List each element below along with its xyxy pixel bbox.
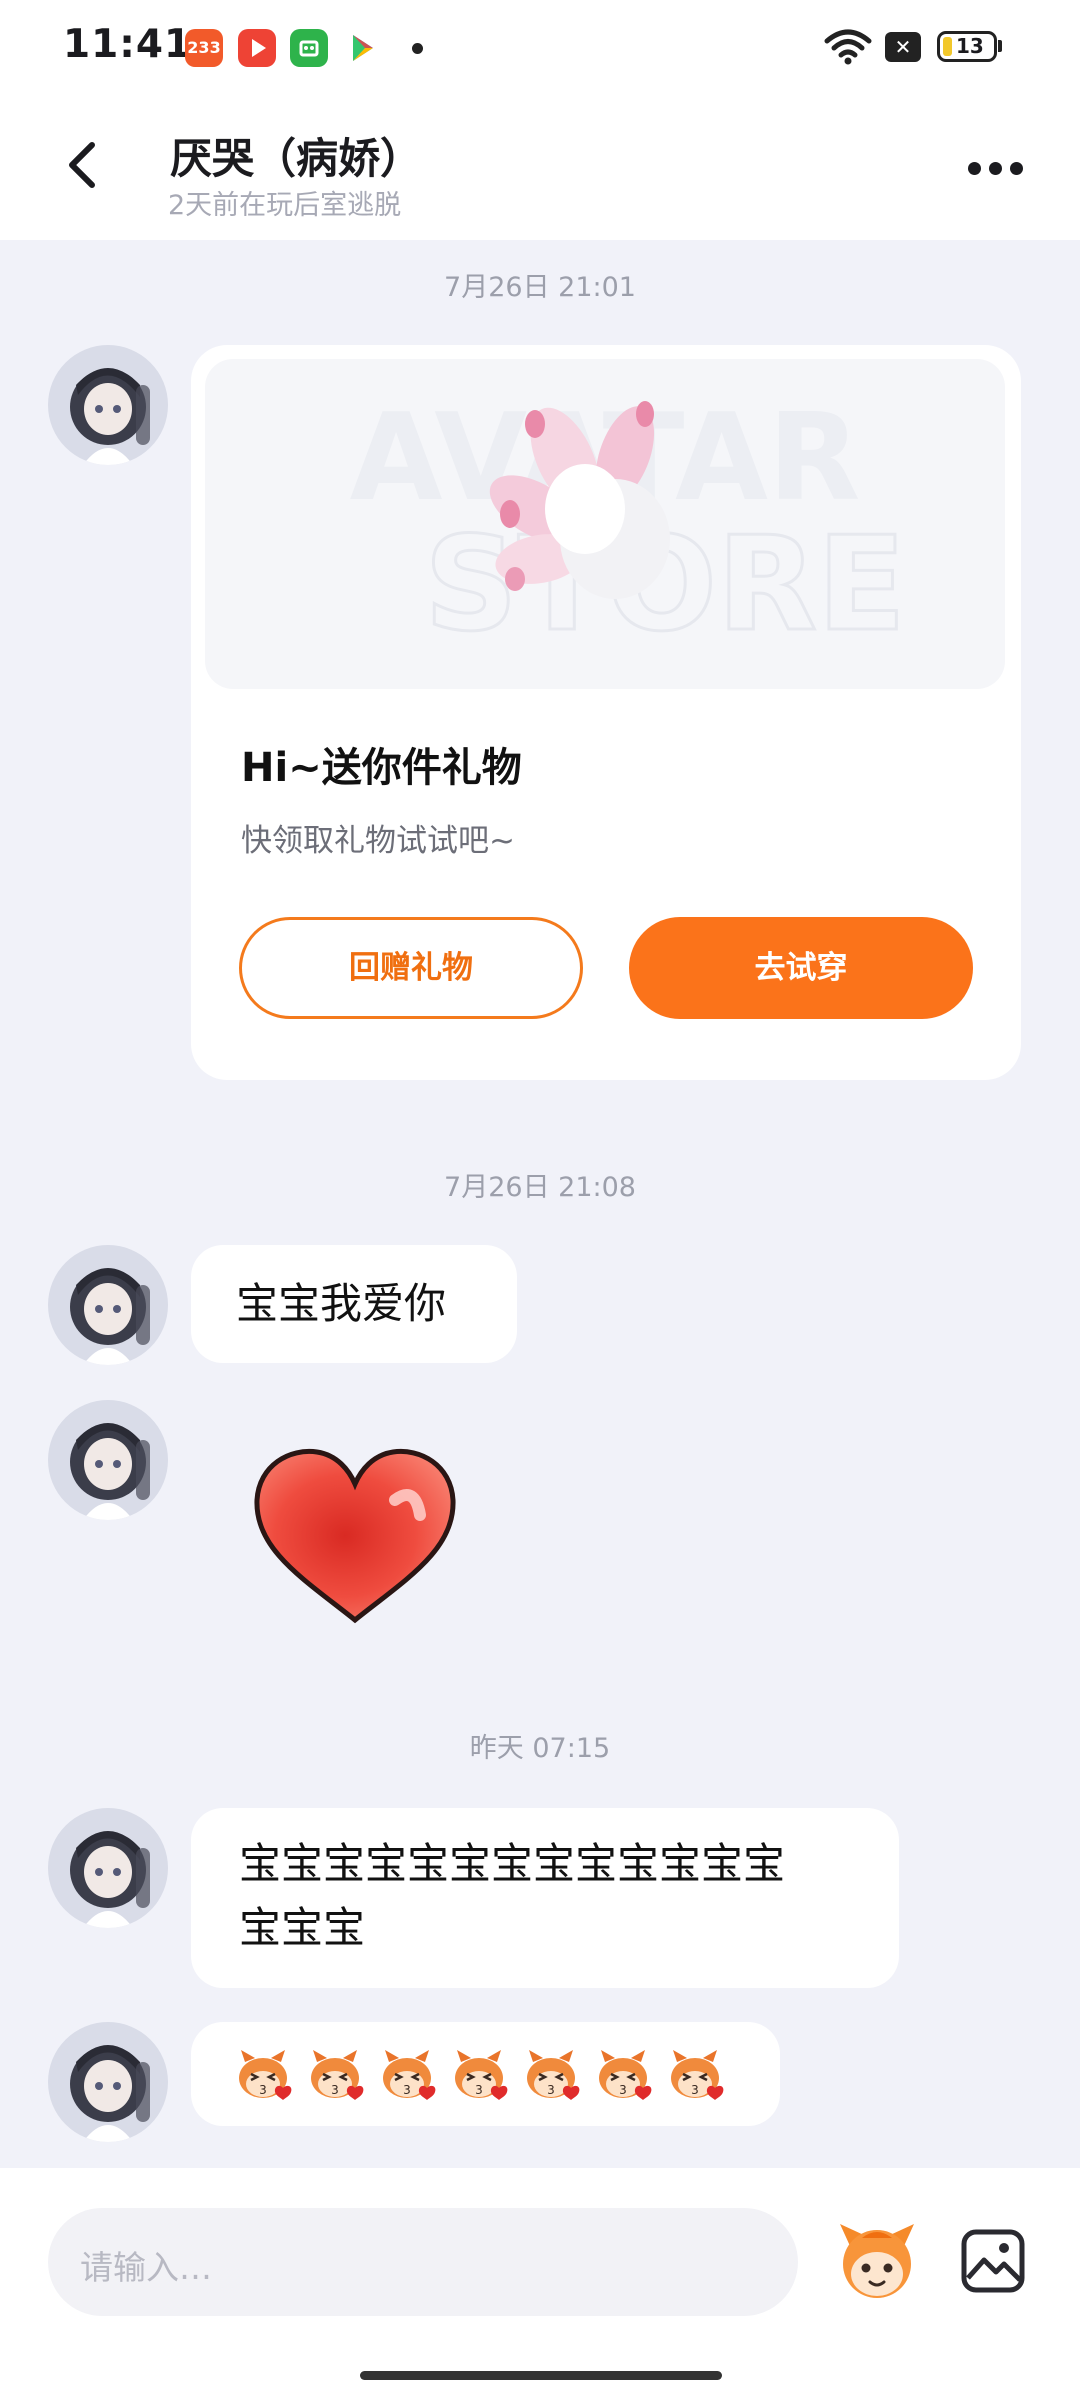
video-app-icon	[238, 29, 276, 67]
chevron-left-icon	[69, 142, 95, 188]
more-button[interactable]	[965, 153, 1025, 183]
image-icon	[961, 2229, 1025, 2293]
heart-sticker	[254, 1448, 456, 1624]
avatar[interactable]	[48, 1808, 168, 1928]
message-bubble: 宝宝我爱你	[191, 1245, 517, 1363]
sim-off-icon: ✕	[885, 32, 921, 62]
message-text-line: 宝宝宝	[239, 1903, 366, 1952]
message-text-line: 宝宝宝宝宝宝宝宝宝宝宝宝宝	[239, 1839, 786, 1888]
contact-name: 厌哭（病娇）	[170, 134, 423, 183]
message-input[interactable]: 请输入…	[48, 2208, 798, 2316]
233-app-icon: 233	[185, 29, 223, 67]
message-bubble: 宝宝宝宝宝宝宝宝宝宝宝宝宝 宝宝宝	[191, 1808, 899, 1988]
battery-level: 13	[956, 34, 984, 58]
more-horizontal-icon	[968, 162, 981, 175]
gift-item-image: AVATAR STORE	[350, 389, 908, 662]
home-indicator[interactable]	[360, 2371, 722, 2380]
emoji-sticker: 3	[527, 2050, 580, 2100]
try-on-button[interactable]: 去试穿	[629, 917, 973, 1019]
emoji-sticker: 3	[455, 2050, 508, 2100]
svg-text:3: 3	[691, 2083, 699, 2097]
svg-text:3: 3	[403, 2083, 411, 2097]
emoji-sticker: 3	[383, 2050, 436, 2100]
svg-text:3: 3	[475, 2083, 483, 2097]
contact-status: 2天前在玩后室逃脱	[168, 190, 402, 221]
emoji-button[interactable]	[832, 2216, 922, 2306]
message-timestamp: 昨天 07:15	[469, 1733, 611, 1764]
message-timestamp: 7月26日 21:01	[444, 272, 636, 303]
emoji-sticker: 3	[599, 2050, 652, 2100]
return-gift-button[interactable]: 回赠礼物	[239, 917, 583, 1019]
emoji-sticker: 3	[239, 2050, 292, 2100]
avatar[interactable]	[48, 345, 168, 465]
input-bar: 请输入…	[0, 2168, 1080, 2400]
avatar[interactable]	[48, 1400, 168, 1520]
gift-title: Hi~送你件礼物	[241, 745, 522, 791]
mascot-emoji-icon	[840, 2224, 914, 2298]
avatar[interactable]	[48, 1245, 168, 1365]
input-placeholder: 请输入…	[80, 2248, 212, 2287]
battery-icon: 13	[937, 31, 997, 62]
svg-text:3: 3	[259, 2083, 267, 2097]
notification-dot-icon	[412, 43, 423, 54]
avatar[interactable]	[48, 2022, 168, 2142]
svg-text:3: 3	[331, 2083, 339, 2097]
message-timestamp: 7月26日 21:08	[444, 1172, 636, 1203]
gift-card: AVATAR STORE Hi~送你件礼物 快领取礼物试试吧~ 回赠礼物 去试穿	[191, 345, 1021, 1080]
chat-header: 厌哭（病娇） 2天前在玩后室逃脱	[0, 95, 1080, 240]
emoji-sticker: 3	[311, 2050, 364, 2100]
emoji-sticker-row: 3 3 3 3 3 3 3	[235, 2048, 739, 2108]
back-button[interactable]	[58, 135, 108, 195]
play-store-icon	[343, 29, 381, 67]
emoji-sticker: 3	[671, 2050, 724, 2100]
svg-text:3: 3	[547, 2083, 555, 2097]
wifi-icon	[824, 29, 872, 65]
status-time: 11:41	[63, 22, 193, 67]
image-button[interactable]	[960, 2228, 1026, 2294]
message-text: 宝宝我爱你	[236, 1279, 447, 1328]
svg-text:3: 3	[619, 2083, 627, 2097]
wechat-app-icon	[290, 29, 328, 67]
status-bar: 11:41 233 ✕ 13	[0, 0, 1080, 95]
gift-subtitle: 快领取礼物试试吧~	[241, 823, 515, 859]
battery-tip	[998, 40, 1002, 52]
gift-banner: AVATAR STORE	[205, 359, 1005, 689]
